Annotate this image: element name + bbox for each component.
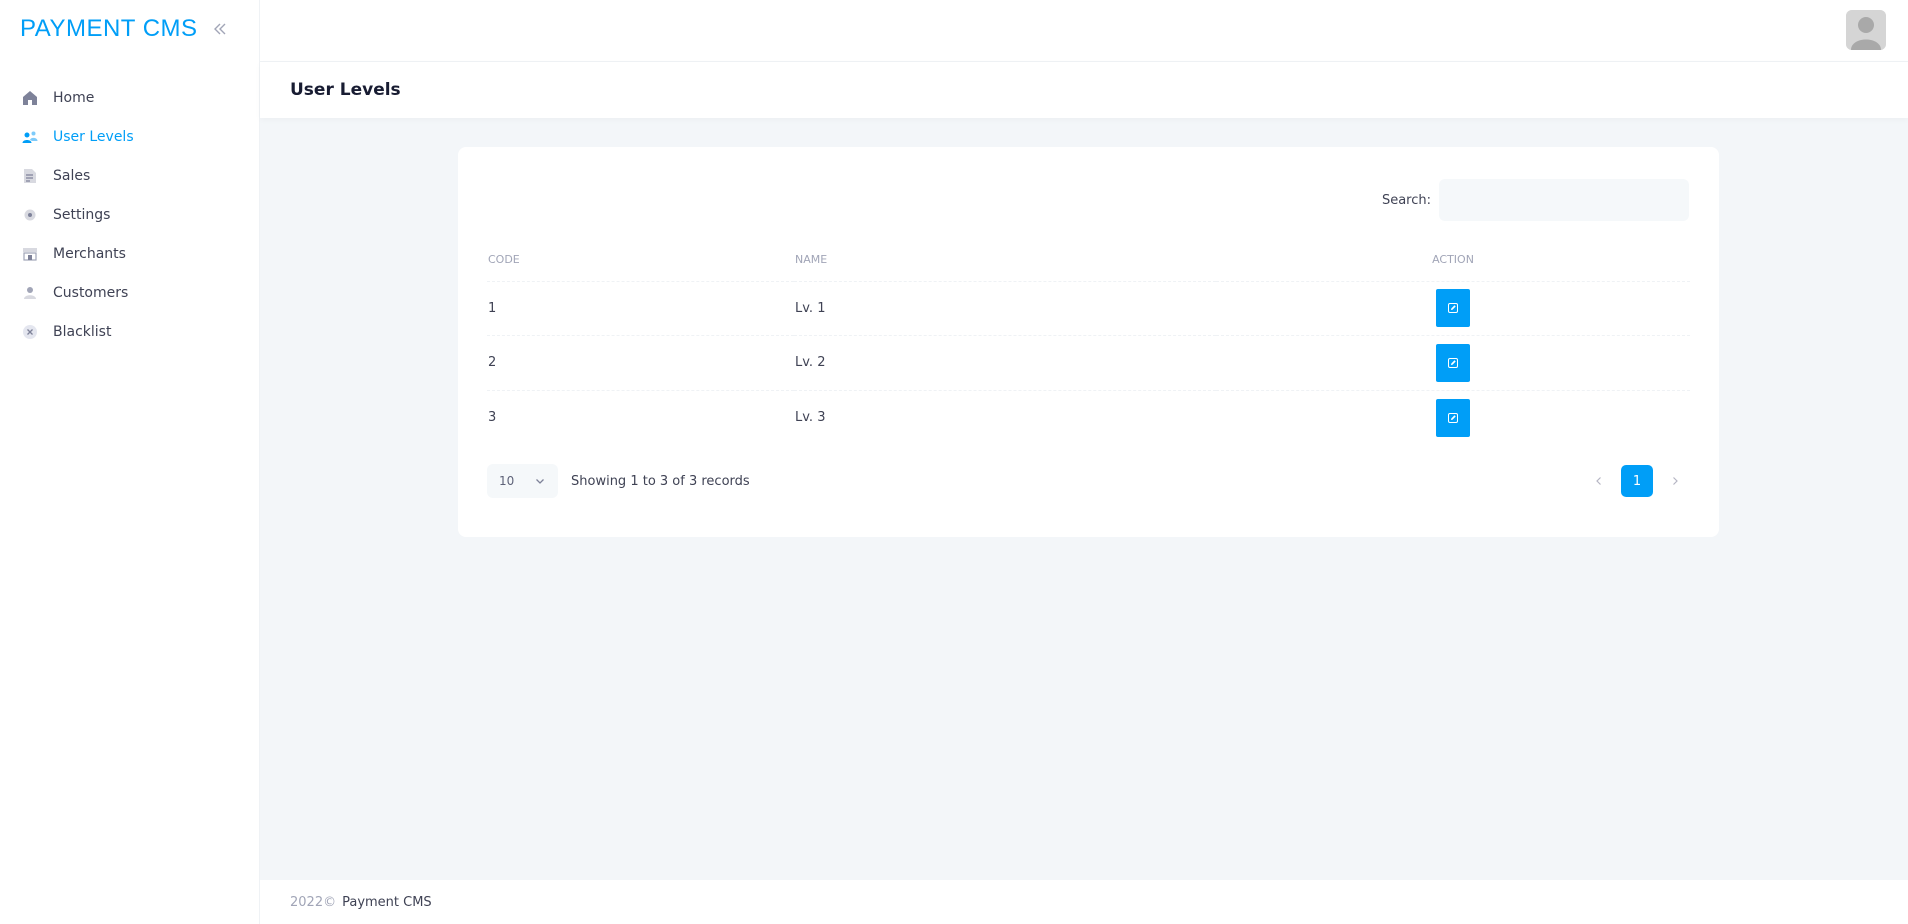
- sidebar-item-home[interactable]: Home: [0, 78, 259, 117]
- user-icon: [21, 284, 39, 302]
- sidebar-collapse-button[interactable]: [209, 18, 231, 40]
- edit-button[interactable]: [1436, 343, 1470, 382]
- search-input[interactable]: [1439, 179, 1689, 221]
- page-length-select[interactable]: 10: [487, 464, 558, 498]
- cell-name: Lv. 1: [794, 281, 1216, 336]
- sidebar-item-customers[interactable]: Customers: [0, 273, 259, 312]
- sidebar-item-label: Home: [53, 89, 95, 106]
- footer-year: 2022©: [290, 894, 337, 910]
- cell-code: 2: [487, 335, 794, 391]
- store-icon: [21, 245, 39, 263]
- column-header-name[interactable]: NAME: [794, 239, 1216, 282]
- users-icon: [21, 128, 39, 146]
- table-row: 1 Lv. 1: [487, 281, 1690, 336]
- table-header-row: CODE NAME ACTION: [487, 239, 1690, 282]
- user-levels-card: Search: CODE NAME ACTION 1 Lv. 1 2 Lv. 2…: [458, 147, 1719, 537]
- sidebar-item-label: Settings: [53, 206, 111, 223]
- cell-action: [1216, 281, 1690, 336]
- pencil-icon: [1448, 357, 1458, 368]
- column-header-code[interactable]: CODE: [487, 239, 794, 282]
- edit-button[interactable]: [1436, 289, 1470, 328]
- page-length-value: 10: [499, 474, 515, 488]
- column-header-action: ACTION: [1216, 239, 1690, 282]
- table-footer: 10 Showing 1 to 3 of 3 records 1: [487, 463, 1689, 499]
- user-avatar-icon: [1846, 10, 1886, 50]
- page-toolbar: User Levels: [260, 62, 1908, 118]
- sidebar-item-label: Customers: [53, 284, 129, 301]
- pagination-prev-button[interactable]: [1585, 467, 1613, 495]
- sidebar-item-merchants[interactable]: Merchants: [0, 234, 259, 273]
- cell-code: 3: [488, 410, 497, 425]
- pencil-icon: [1448, 303, 1458, 314]
- pagination-page-button[interactable]: 1: [1621, 465, 1653, 497]
- sidebar-item-label: Merchants: [53, 245, 126, 262]
- sidebar-item-label: Sales: [53, 167, 91, 184]
- table-length-group: 10 Showing 1 to 3 of 3 records: [487, 464, 750, 498]
- cell-code: 1: [487, 281, 794, 336]
- cell-action: [1216, 335, 1690, 391]
- sidebar-item-user-levels[interactable]: User Levels: [0, 117, 259, 156]
- sidebar-item-label: User Levels: [53, 128, 134, 145]
- top-header: [260, 0, 1908, 62]
- user-levels-table: CODE NAME ACTION 1 Lv. 1 2 Lv. 2 3 Lv. 3: [487, 239, 1690, 445]
- home-icon: [21, 89, 39, 107]
- close-circle-icon: [21, 323, 39, 341]
- table-search: Search:: [1382, 179, 1689, 221]
- sidebar-item-settings[interactable]: Settings: [0, 195, 259, 234]
- double-chevron-left-icon: [214, 23, 226, 35]
- brand-title[interactable]: PAYMENT CMS: [20, 15, 198, 43]
- footer-link[interactable]: Payment CMS: [342, 895, 432, 910]
- page-title: User Levels: [290, 80, 401, 100]
- sidebar: PAYMENT CMS Home User Levels Sales Setti…: [0, 0, 260, 924]
- gear-icon: [21, 206, 39, 224]
- cell-name: Lv. 2: [794, 335, 1216, 391]
- sidebar-menu: Home User Levels Sales Settings Merchant…: [0, 78, 259, 351]
- table-info: Showing 1 to 3 of 3 records: [571, 473, 750, 489]
- cell-action: [1216, 390, 1690, 445]
- page-footer: 2022© Payment CMS: [260, 880, 1908, 924]
- sidebar-item-sales[interactable]: Sales: [0, 156, 259, 195]
- brand: PAYMENT CMS: [0, 0, 259, 58]
- search-label: Search:: [1381, 192, 1431, 208]
- table-row: 3 Lv. 3: [487, 390, 1690, 445]
- chevron-right-icon: [1673, 477, 1678, 485]
- chevron-down-icon: [536, 479, 544, 484]
- avatar[interactable]: [1846, 10, 1886, 50]
- document-icon: [21, 167, 39, 185]
- pagination: 1: [1585, 465, 1689, 497]
- chevron-left-icon: [1596, 477, 1601, 485]
- pencil-icon: [1448, 412, 1458, 423]
- sidebar-item-label: Blacklist: [53, 323, 112, 340]
- cell-name: Lv. 3: [795, 410, 826, 425]
- edit-button[interactable]: [1436, 398, 1470, 437]
- table-row: 2 Lv. 2: [487, 335, 1690, 391]
- pagination-next-button[interactable]: [1661, 467, 1689, 495]
- sidebar-item-blacklist[interactable]: Blacklist: [0, 312, 259, 351]
